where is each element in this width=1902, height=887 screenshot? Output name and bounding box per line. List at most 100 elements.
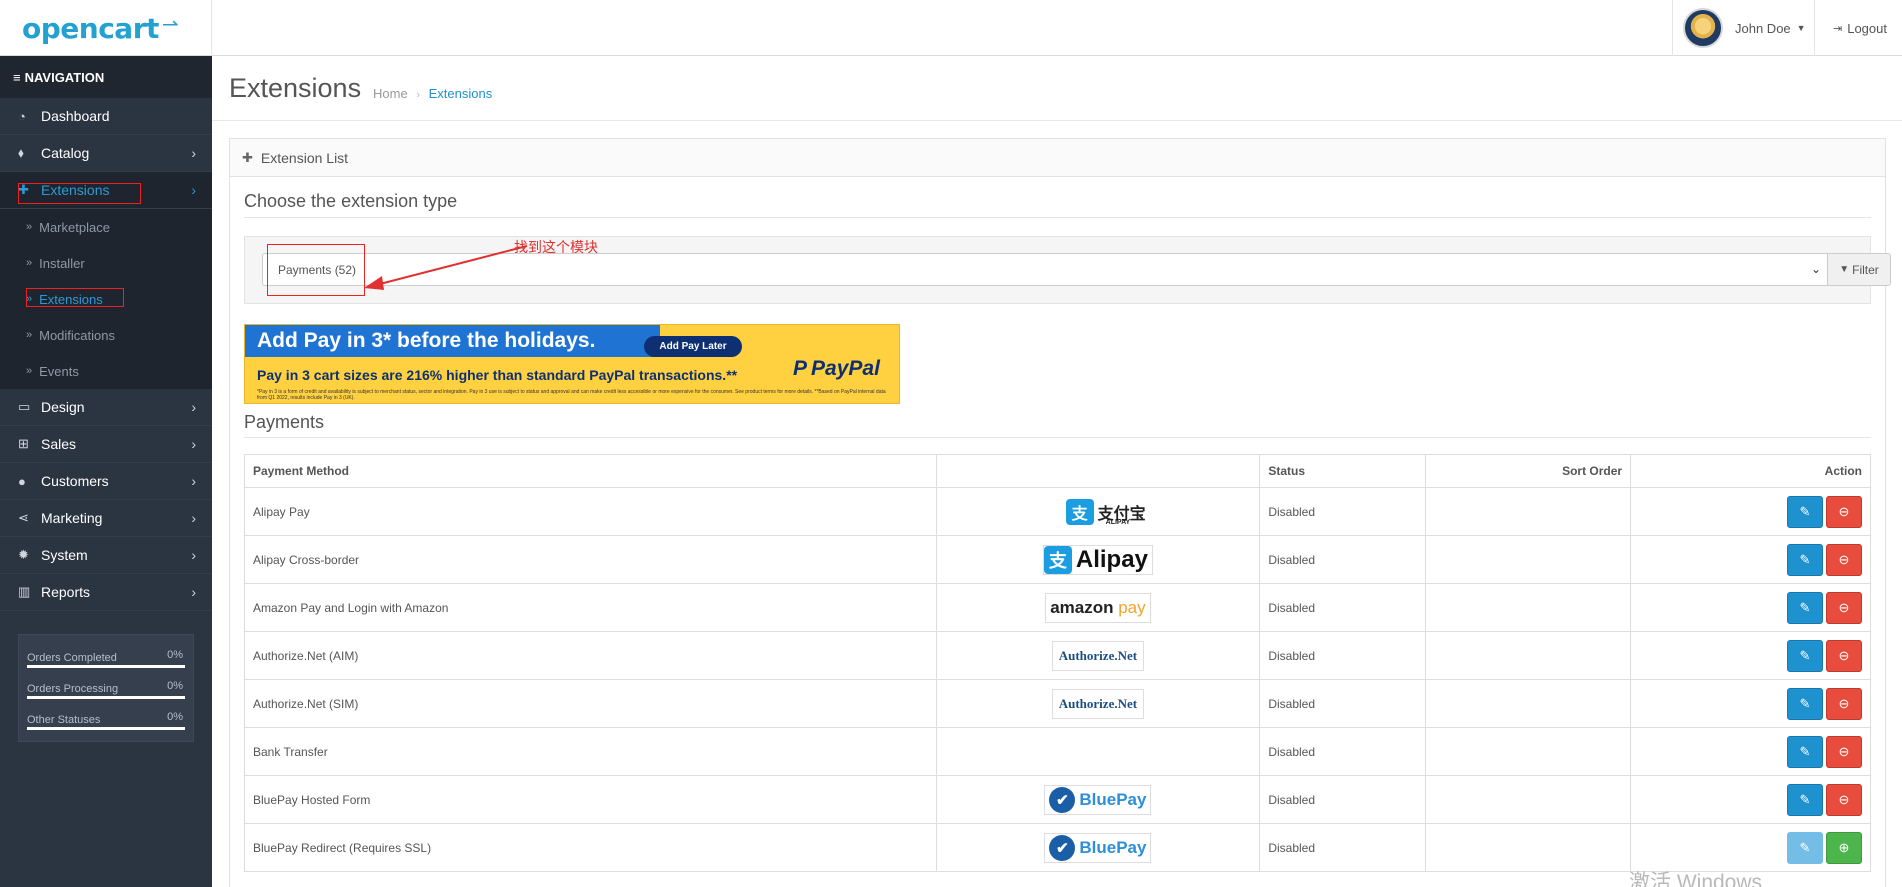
paypal-logo-text: PayPal [811, 357, 880, 380]
sidebar-subitem-installer[interactable]: » Installer [0, 245, 212, 281]
stat-progress-bar [27, 727, 185, 730]
paypal-banner[interactable]: Add Pay in 3* before the holidays. Add P… [244, 324, 900, 404]
amazon-pay-text: pay [1118, 597, 1146, 617]
status-cell: Disabled [1259, 775, 1427, 824]
sidebar-item-reports[interactable]: ▥ Reports › [0, 574, 212, 611]
uninstall-button[interactable]: ⊖ [1826, 543, 1862, 576]
uninstall-button[interactable]: ⊖ [1826, 687, 1862, 720]
check-icon: ✔ [1049, 834, 1076, 861]
avatar [1683, 8, 1723, 48]
user-name: John Doe [1735, 20, 1791, 36]
angle-double-right-icon: » [26, 221, 33, 233]
uninstall-button[interactable]: ⊖ [1826, 735, 1862, 768]
action-cell: ✎ ⊖ [1630, 583, 1871, 632]
payment-logo-cell: Authorize.Net [935, 631, 1261, 680]
logo-text: opencart [22, 11, 159, 45]
breadcrumb-home[interactable]: Home [373, 86, 408, 101]
sidebar-item-sales[interactable]: ⊞ Sales › [0, 426, 212, 463]
sidebar-subitem-modifications[interactable]: » Modifications [0, 317, 212, 353]
column-header-status[interactable]: Status [1259, 454, 1427, 488]
gear-icon: ✹ [18, 547, 29, 562]
install-button[interactable]: ⊕ [1826, 831, 1862, 864]
breadcrumb-extensions[interactable]: Extensions [429, 86, 493, 101]
column-header-sort-order[interactable]: Sort Order [1425, 454, 1632, 488]
alipay-logo-sub: ALIPAY [1105, 519, 1131, 526]
table-row: Bank Transfer Disabled ✎ ⊖ [244, 727, 1871, 776]
angle-double-right-icon: » [26, 365, 33, 377]
column-header-logo [935, 454, 1261, 488]
sidebar-subitem-events[interactable]: » Events [0, 353, 212, 389]
top-header: opencart ⇀ John Doe ▼ ⇥ Logout [0, 0, 1902, 56]
payment-method-name: Authorize.Net (SIM) [244, 679, 937, 728]
chevron-down-icon: ⌄ [1810, 262, 1821, 276]
sidebar-subitem-label: Events [39, 363, 79, 379]
authorize-net-logo: Authorize.Net [1051, 688, 1145, 719]
sign-out-icon: ⇥ [1833, 22, 1843, 35]
stat-label: Other Statuses [27, 714, 101, 726]
bluepay-logo-text: BluePay [1079, 789, 1147, 809]
filter-button[interactable]: ▼ Filter [1827, 253, 1891, 286]
sidebar-subitem-label: Installer [39, 255, 85, 271]
sidebar-subitem-label: Modifications [39, 327, 115, 343]
edit-button[interactable]: ✎ [1787, 495, 1823, 528]
paypal-p-icon: P [793, 357, 808, 380]
edit-button[interactable]: ✎ [1787, 783, 1823, 816]
status-cell: Disabled [1259, 487, 1427, 536]
bars-icon: ≡ [13, 69, 21, 85]
angle-double-right-icon: » [26, 257, 33, 269]
page-header: Extensions Home › Extensions [212, 57, 1902, 121]
edit-button-disabled[interactable]: ✎ [1787, 831, 1823, 864]
sidebar-item-marketing[interactable]: ⋖ Marketing › [0, 500, 212, 537]
user-menu[interactable]: John Doe ▼ [1672, 0, 1814, 56]
amazon-logo-text: amazon [1050, 597, 1114, 617]
navigation-header: ≡ NAVIGATION [0, 56, 212, 98]
sidebar-item-system[interactable]: ✹ System › [0, 537, 212, 574]
column-header-payment-method[interactable]: Payment Method [244, 454, 937, 488]
breadcrumb: Home › Extensions [373, 86, 492, 101]
edit-button[interactable]: ✎ [1787, 735, 1823, 768]
edit-button[interactable]: ✎ [1787, 639, 1823, 672]
annotation-text: 找到这个模块 [514, 240, 598, 256]
check-icon: ✔ [1049, 786, 1076, 813]
sidebar-item-customers[interactable]: ● Customers › [0, 463, 212, 500]
uninstall-button[interactable]: ⊖ [1826, 783, 1862, 816]
stat-progress-bar [27, 696, 185, 699]
chevron-right-icon: › [191, 399, 196, 415]
table-row: Authorize.Net (AIM) Authorize.Net Disabl… [244, 631, 1871, 680]
uninstall-button[interactable]: ⊖ [1826, 495, 1862, 528]
annotation-arrow [364, 245, 528, 290]
stat-value: 0% [167, 711, 183, 723]
edit-button[interactable]: ✎ [1787, 591, 1823, 624]
main-content: Extensions Home › Extensions ✚ Extension… [212, 57, 1902, 887]
payments-legend: Payments [244, 412, 1871, 438]
table-row: Alipay Cross-border 支 Alipay Disabled ✎ ⊖ [244, 535, 1871, 584]
monitor-icon: ▭ [18, 399, 31, 414]
logout-link[interactable]: ⇥ Logout [1814, 0, 1902, 56]
authorize-net-logo: Authorize.Net [1051, 640, 1145, 671]
chevron-right-icon: › [191, 436, 196, 452]
order-stats: Orders Completed 0% Orders Processing 0%… [18, 634, 194, 742]
opencart-logo[interactable]: opencart ⇀ [0, 0, 212, 56]
edit-button[interactable]: ✎ [1787, 543, 1823, 576]
table-header-row: Payment Method Status Sort Order Action [244, 454, 1871, 488]
sidebar-item-catalog[interactable]: ⬧ Catalog › [0, 135, 212, 172]
sidebar: ≡ NAVIGATION ◔ Dashboard ⬧ Catalog › ✚ E… [0, 56, 212, 887]
stat-label: Orders Processing [27, 683, 119, 695]
sidebar-item-dashboard[interactable]: ◔ Dashboard [0, 98, 212, 135]
payment-logo-cell: ✔ BluePay [935, 823, 1261, 872]
sidebar-subitem-marketplace[interactable]: » Marketplace [0, 209, 212, 245]
action-cell: ✎ ⊕ [1630, 823, 1871, 872]
stat-progress-bar [27, 665, 185, 668]
sort-order-cell [1425, 823, 1632, 872]
edit-button[interactable]: ✎ [1787, 687, 1823, 720]
annotation-box-select [267, 244, 365, 296]
column-header-action: Action [1630, 454, 1871, 488]
stat-orders-completed: Orders Completed 0% [27, 649, 185, 680]
sidebar-item-design[interactable]: ▭ Design › [0, 389, 212, 426]
uninstall-button[interactable]: ⊖ [1826, 639, 1862, 672]
alipay-logo: 支支付宝 ALIPAY [1065, 497, 1146, 527]
add-pay-later-button[interactable]: Add Pay Later [644, 336, 742, 357]
uninstall-button[interactable]: ⊖ [1826, 591, 1862, 624]
amazon-pay-logo: amazon pay [1045, 592, 1151, 623]
banner-top-band: Add Pay in 3* before the holidays. [245, 325, 660, 357]
